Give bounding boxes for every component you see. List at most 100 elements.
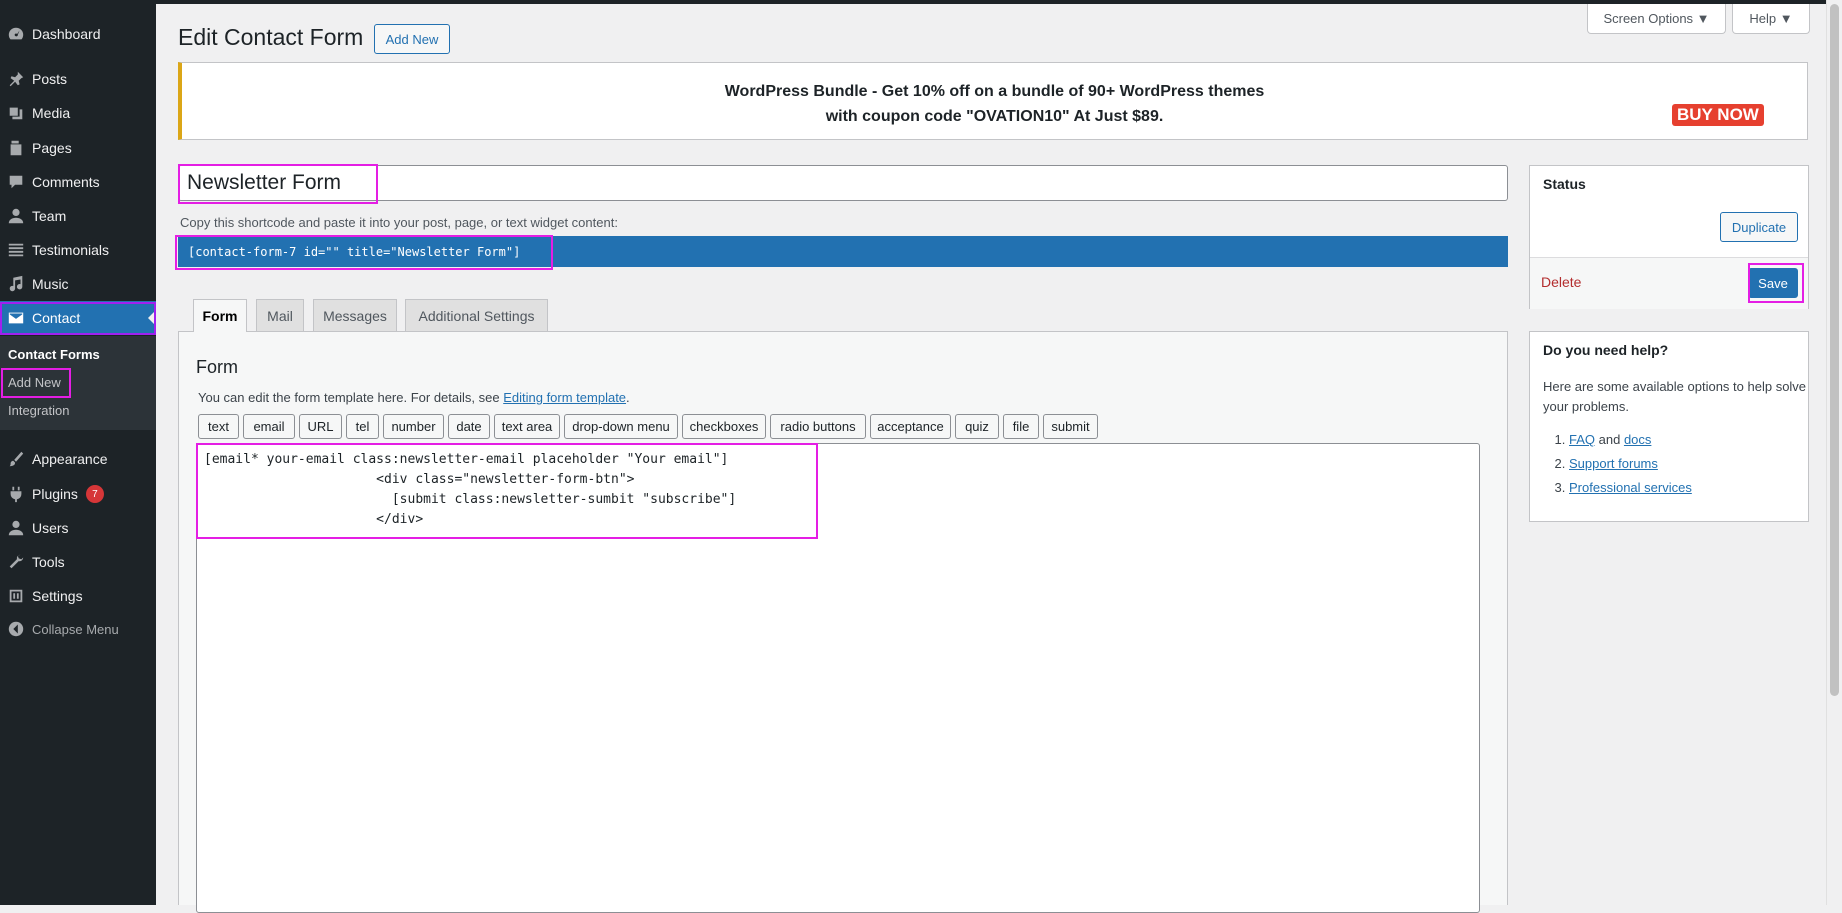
support-forums-link[interactable]: Support forums: [1569, 456, 1658, 471]
sidebar-item-posts[interactable]: Posts: [0, 62, 156, 96]
and-text: and: [1595, 432, 1624, 447]
tag-button-radio[interactable]: radio buttons: [770, 414, 866, 439]
envelope-icon: [0, 309, 32, 327]
form-panel: Form You can edit the form template here…: [178, 331, 1508, 913]
tab-form[interactable]: Form: [193, 299, 247, 332]
promo-line-1: WordPress Bundle - Get 10% off on a bund…: [724, 83, 1265, 100]
form-template-code: [email* your-email class:newsletter-emai…: [204, 452, 737, 527]
dashboard-icon: [0, 25, 32, 43]
tag-button-dropdown[interactable]: drop-down menu: [564, 414, 678, 439]
pages-icon: [0, 139, 32, 157]
brush-icon: [0, 450, 32, 468]
tag-button-url[interactable]: URL: [299, 414, 342, 439]
sidebar-item-label: Appearance: [32, 451, 108, 467]
editing-form-template-link[interactable]: Editing form template: [503, 390, 626, 405]
page-title: Edit Contact Form: [178, 24, 364, 50]
tag-button-checkboxes[interactable]: checkboxes: [682, 414, 766, 439]
tag-button-tel[interactable]: tel: [346, 414, 379, 439]
tag-button-quiz[interactable]: quiz: [955, 414, 999, 439]
collapse-icon: [0, 620, 32, 638]
plugins-update-badge: 7: [85, 485, 104, 503]
tag-button-file[interactable]: file: [1003, 414, 1039, 439]
wrench-icon: [0, 553, 32, 571]
help-box-text: Here are some available options to help …: [1543, 379, 1807, 414]
screen-options-button[interactable]: Screen Options ▼: [1587, 4, 1726, 34]
tab-mail[interactable]: Mail: [256, 299, 304, 331]
help-list-item: Support forums: [1569, 452, 1692, 476]
scrollbar-thumb[interactable]: [1830, 4, 1839, 696]
promo-line-2: with coupon code "OVATION10" At Just $89…: [825, 108, 1164, 125]
sidebar-item-label: Plugins: [32, 486, 78, 502]
faq-link[interactable]: FAQ: [1569, 432, 1595, 447]
sidebar-item-label: Media: [32, 105, 71, 121]
submenu-add-new[interactable]: Add New: [8, 375, 61, 390]
sidebar-item-label: Pages: [32, 140, 72, 156]
tag-button-text[interactable]: text: [198, 414, 239, 439]
user-icon: [0, 207, 32, 225]
help-box: Do you need help? Here are some availabl…: [1529, 331, 1809, 522]
sidebar-item-plugins[interactable]: Plugins 7: [0, 477, 156, 511]
buy-now-button[interactable]: BUY NOW: [1672, 104, 1764, 126]
tag-button-textarea[interactable]: text area: [494, 414, 560, 439]
tab-additional-settings[interactable]: Additional Settings: [405, 299, 548, 331]
shortcode-label: Copy this shortcode and paste it into yo…: [180, 215, 618, 230]
sidebar-item-testimonials[interactable]: Testimonials: [0, 233, 156, 267]
sidebar-item-music[interactable]: Music: [0, 267, 156, 301]
sidebar-item-comments[interactable]: Comments: [0, 165, 156, 199]
promo-banner: WordPress Bundle - Get 10% off on a bund…: [178, 62, 1808, 140]
comment-icon: [0, 173, 32, 191]
tab-messages[interactable]: Messages: [313, 299, 397, 331]
sidebar-item-pages[interactable]: Pages: [0, 131, 156, 165]
form-title-input[interactable]: Newsletter Form: [178, 165, 1508, 201]
tag-button-number[interactable]: number: [383, 414, 444, 439]
desc-suffix: .: [626, 390, 630, 405]
sidebar-item-tools[interactable]: Tools: [0, 545, 156, 579]
docs-link[interactable]: docs: [1624, 432, 1651, 447]
tag-button-email[interactable]: email: [243, 414, 295, 439]
sidebar-item-label: Settings: [32, 588, 83, 604]
help-list-item: FAQ and docs: [1569, 428, 1692, 452]
sidebar-item-settings[interactable]: Settings: [0, 579, 156, 613]
contact-submenu: Contact Forms Add New Integration: [0, 336, 156, 430]
panel-title: Form: [196, 357, 238, 377]
settings-icon: [0, 587, 32, 605]
sidebar-item-label: Users: [32, 520, 69, 536]
tag-button-submit[interactable]: submit: [1043, 414, 1098, 439]
plugin-icon: [0, 485, 32, 503]
submenu-contact-forms[interactable]: Contact Forms: [8, 347, 100, 362]
sidebar-item-label: Tools: [32, 554, 65, 570]
delete-link[interactable]: Delete: [1541, 274, 1581, 290]
professional-services-link[interactable]: Professional services: [1569, 480, 1692, 495]
sidebar-item-users[interactable]: Users: [0, 511, 156, 545]
help-button[interactable]: Help ▼: [1732, 4, 1810, 34]
form-template-editor[interactable]: [email* your-email class:newsletter-emai…: [196, 443, 1480, 913]
media-icon: [0, 104, 32, 122]
admin-sidebar: Dashboard Posts Media Pages Comments Tea…: [0, 0, 156, 905]
promo-text: WordPress Bundle - Get 10% off on a bund…: [182, 79, 1807, 129]
sidebar-item-team[interactable]: Team: [0, 199, 156, 233]
sidebar-item-label: Contact: [32, 310, 81, 326]
tag-button-acceptance[interactable]: acceptance: [870, 414, 951, 439]
tag-button-date[interactable]: date: [448, 414, 490, 439]
save-button[interactable]: Save: [1748, 268, 1798, 298]
sidebar-item-label: Collapse Menu: [32, 621, 119, 637]
help-links-list: FAQ and docs Support forums Professional…: [1543, 428, 1692, 500]
desc-text: You can edit the form template here. For…: [198, 390, 504, 405]
collapse-menu-button[interactable]: Collapse Menu: [0, 612, 156, 646]
list-icon: [0, 241, 32, 259]
sidebar-item-dashboard[interactable]: Dashboard: [0, 17, 156, 51]
sidebar-item-media[interactable]: Media: [0, 96, 156, 130]
duplicate-button[interactable]: Duplicate: [1720, 212, 1798, 242]
add-new-button[interactable]: Add New: [374, 24, 450, 54]
shortcode-field[interactable]: [contact-form-7 id="" title="Newsletter …: [178, 236, 1508, 267]
status-box: Status Duplicate Delete Save: [1529, 165, 1809, 309]
submenu-integration[interactable]: Integration: [8, 403, 69, 418]
help-list-item: Professional services: [1569, 476, 1692, 500]
sidebar-item-label: Dashboard: [32, 26, 101, 42]
page-scrollbar[interactable]: [1826, 0, 1842, 905]
sidebar-item-appearance[interactable]: Appearance: [0, 442, 156, 476]
admin-bar: [0, 0, 1842, 4]
sidebar-item-contact[interactable]: Contact: [0, 301, 156, 335]
status-box-title: Status: [1543, 176, 1586, 192]
sidebar-item-label: Team: [32, 208, 67, 224]
